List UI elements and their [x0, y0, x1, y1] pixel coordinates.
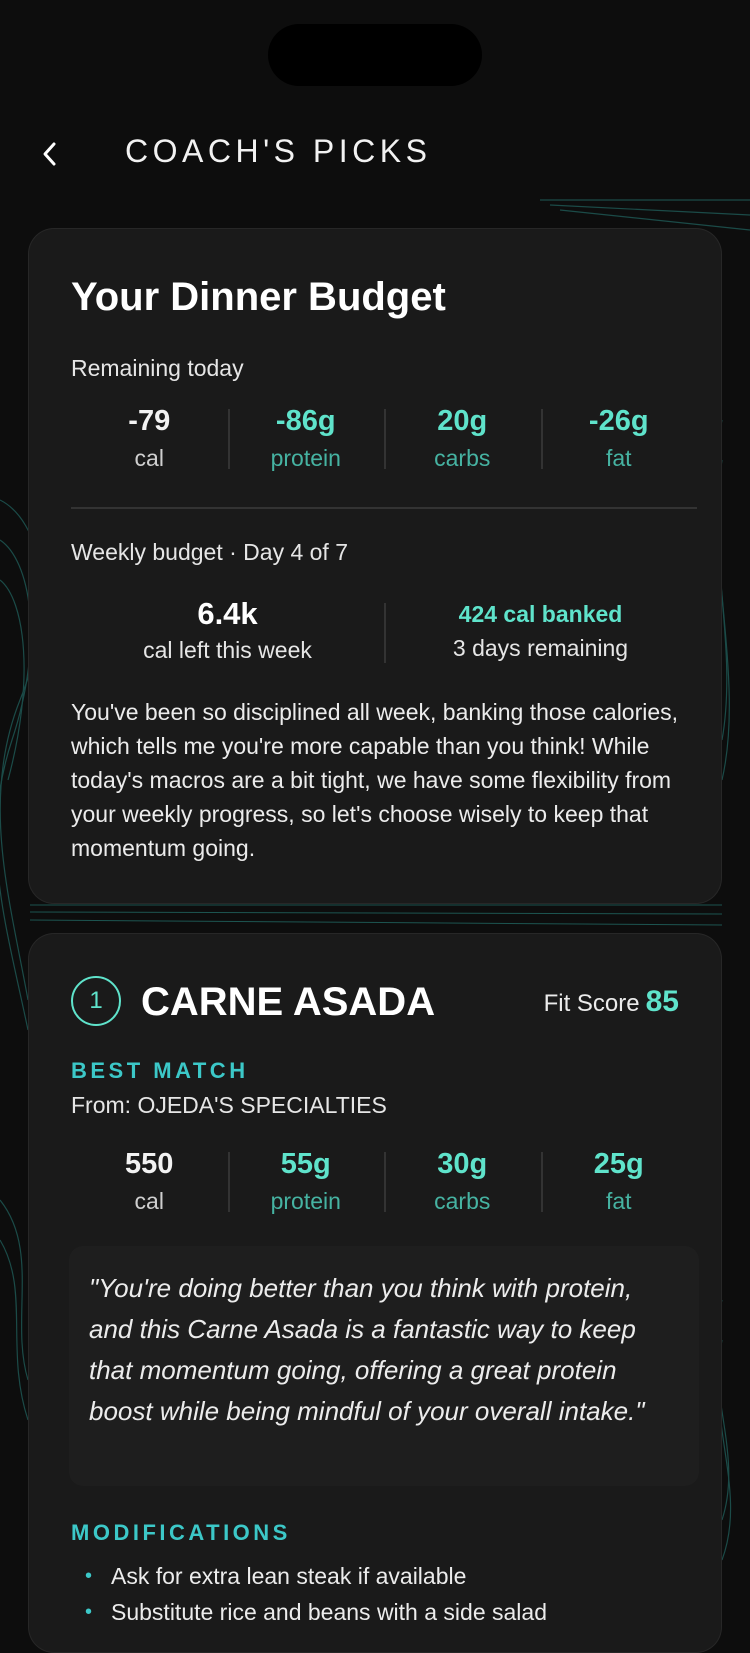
weekly-budget-stats: 6.4k cal left this week 424 cal banked 3…	[71, 595, 697, 667]
list-item: • Ask for extra lean steak if available	[85, 1558, 685, 1594]
macro-unit: cal	[134, 445, 164, 471]
macro-unit: carbs	[434, 445, 491, 471]
coach-message: You've been so disciplined all week, ban…	[71, 699, 679, 861]
macro-unit: fat	[605, 445, 632, 471]
best-match-badge: BEST MATCH	[71, 1058, 249, 1083]
fit-score-label: Fit Score	[543, 990, 640, 1017]
macro-carbs: 30g carbs	[384, 1146, 541, 1218]
macro-value: -26g	[588, 405, 649, 437]
back-button[interactable]	[34, 134, 66, 174]
macro-value: -86g	[275, 405, 336, 437]
macro-unit: cal	[134, 1188, 164, 1214]
weekly-cal-left: 6.4k cal left this week	[71, 595, 384, 667]
modification-text: Substitute rice and beans with a side sa…	[111, 1599, 547, 1625]
divider	[71, 507, 697, 509]
list-item: • Substitute rice and beans with a side s…	[85, 1594, 685, 1630]
weekly-left-value: 6.4k	[197, 596, 258, 631]
dinner-budget-card: Your Dinner Budget Remaining today -79 c…	[28, 228, 722, 904]
macro-unit: fat	[605, 1188, 632, 1214]
remaining-today-label: Remaining today	[71, 355, 244, 381]
page-title: COACH'S PICKS	[125, 133, 432, 169]
macro-value: 30g	[437, 1148, 488, 1180]
macro-value: 20g	[437, 405, 488, 437]
coach-quote: "You're doing better than you think with…	[69, 1246, 699, 1486]
dish-macros: 550 cal 55g protein 30g carbs 25g fat	[71, 1146, 697, 1218]
macro-unit: protein	[270, 445, 341, 471]
macro-calories: 550 cal	[71, 1146, 228, 1218]
dish-name: CARNE ASADA	[141, 980, 436, 1024]
budget-title: Your Dinner Budget	[71, 275, 446, 319]
macro-protein: 55g protein	[227, 1146, 385, 1218]
macro-carbs: 20g carbs	[384, 403, 541, 475]
modifications-list: • Ask for extra lean steak if available •…	[85, 1558, 685, 1630]
remaining-macros: -79 cal -86g protein 20g carbs -26g fat	[71, 403, 697, 475]
weekly-budget-label: Weekly budget · Day 4 of 7	[71, 539, 348, 565]
macro-protein: -86g protein	[227, 403, 385, 475]
fit-score-value: 85	[645, 985, 679, 1018]
weekly-banked: 424 cal banked 3 days remaining	[384, 595, 697, 667]
restaurant-source: From: OJEDA'S SPECIALTIES	[71, 1092, 387, 1118]
macro-value: 550	[125, 1148, 174, 1180]
macro-fat: -26g fat	[540, 403, 698, 475]
modifications-label: MODIFICATIONS	[71, 1520, 291, 1545]
modification-text: Ask for extra lean steak if available	[111, 1563, 467, 1589]
bullet-icon: •	[85, 1601, 93, 1623]
macro-calories: -79 cal	[71, 403, 228, 475]
pick-card[interactable]: 1 CARNE ASADA Fit Score 85 BEST MATCH Fro…	[28, 933, 722, 1653]
rank-badge: 1	[71, 976, 121, 1026]
macro-value: -79	[128, 405, 171, 437]
macro-value: 55g	[280, 1148, 331, 1180]
banked-calories: 424 cal banked	[458, 601, 623, 627]
macro-fat: 25g fat	[540, 1146, 698, 1218]
bullet-icon: •	[85, 1565, 93, 1587]
macro-unit: carbs	[434, 1188, 491, 1214]
dynamic-island	[268, 24, 482, 86]
days-remaining: 3 days remaining	[452, 635, 629, 661]
fit-score: Fit Score 85	[544, 982, 679, 1024]
weekly-left-label: cal left this week	[143, 637, 312, 663]
chevron-left-icon	[43, 142, 56, 166]
macro-unit: protein	[270, 1188, 341, 1214]
macro-value: 25g	[593, 1148, 644, 1180]
